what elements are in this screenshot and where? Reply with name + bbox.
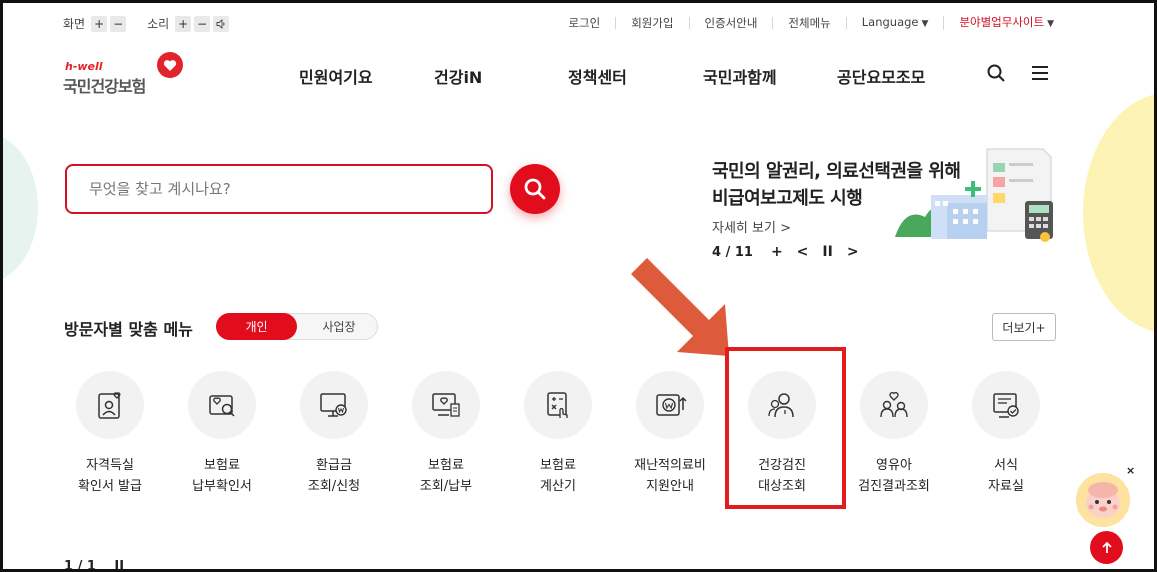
menu-item-label: 보험료 조회/납부	[419, 458, 473, 494]
menu-icon-circle	[972, 371, 1040, 439]
nav-item-with-citizens[interactable]: 국민과함께	[703, 64, 777, 88]
monitor-receipt-icon	[432, 393, 460, 417]
menu-pager: 1 / 1 II	[64, 559, 124, 572]
menu-item-refund-inquiry[interactable]: 환급금 조회/신청	[278, 371, 390, 501]
menu-item-label: 재난적의료비 지원안내	[634, 458, 706, 494]
utility-links: 로그인 회원가입 인증서안내 전체메뉴 Language ▼ 분야별업무사이트 ▼	[568, 16, 1054, 30]
search-submit-button[interactable]	[510, 164, 560, 214]
banner-more-link[interactable]: 자세히 보기 >	[712, 217, 791, 236]
menu-item-forms-library[interactable]: 서식 자료실	[950, 371, 1062, 501]
menu-item-label: 자격득실 확인서 발급	[78, 458, 142, 494]
menu-icon-circle	[412, 371, 480, 439]
visitor-type-toggle: 개인 사업장	[216, 313, 378, 340]
menu-icon-circle	[860, 371, 928, 439]
sound-down-button[interactable]: −	[194, 15, 211, 32]
screen-label: 화면	[63, 17, 86, 31]
highlight-box-annotation	[725, 347, 846, 509]
search-icon	[524, 178, 546, 200]
menu-item-catastrophic-medical-support[interactable]: 재난적의료비 지원안내	[614, 371, 726, 501]
page-frame: 화면 + − 소리 + − 로그인 회원가입 인증서안내 전체메뉴 Langua…	[0, 0, 1157, 572]
business-site-select[interactable]: 분야별업무사이트 ▼	[944, 16, 1054, 30]
banner-pause-button[interactable]: II	[822, 244, 832, 260]
menu-item-label: 보험료 계산기	[540, 458, 576, 494]
caret-down-icon: ▼	[921, 19, 929, 29]
chatbot-mascot-icon[interactable]	[1076, 473, 1130, 527]
login-link[interactable]: 로그인	[568, 17, 617, 29]
tab-business[interactable]: 사업장	[301, 314, 377, 339]
banner-next-button[interactable]: >	[847, 244, 859, 260]
calculator-hand-icon	[547, 392, 568, 418]
arrow-up-icon	[1101, 541, 1112, 553]
menu-item-infant-checkup-result[interactable]: 영유아 검진결과조회	[838, 371, 950, 501]
business-site-label: 분야별업무사이트	[959, 15, 1045, 29]
banner-prev-button[interactable]: <	[797, 244, 809, 260]
nav-item-policy-center[interactable]: 정책센터	[568, 64, 627, 88]
signup-link[interactable]: 회원가입	[616, 17, 690, 29]
banner-plus-button[interactable]: +	[771, 244, 783, 260]
menu-item-label: 보험료 납부확인서	[192, 458, 252, 494]
menu-page-indicator: 1 / 1	[64, 559, 96, 572]
sound-group: 소리 + −	[147, 15, 232, 32]
hamburger-menu-icon[interactable]	[1030, 63, 1050, 83]
menu-item-label: 영유아 검진결과조회	[858, 458, 930, 494]
menu-icon-circle	[300, 371, 368, 439]
main-search-input[interactable]	[67, 166, 491, 212]
menu-item-premium-inquiry-payment[interactable]: 보험료 조회/납부	[390, 371, 502, 501]
search-box	[65, 164, 493, 214]
sound-up-button[interactable]: +	[175, 15, 192, 32]
menu-item-label: 환급금 조회/신청	[307, 458, 361, 494]
screen-zoom-out-button[interactable]: −	[110, 15, 127, 32]
speaker-icon[interactable]	[213, 15, 230, 32]
search-icon[interactable]	[986, 63, 1006, 83]
monitor-won-icon	[320, 393, 347, 417]
hospital-calculator-illustration	[895, 148, 1053, 242]
document-search-icon	[209, 395, 235, 417]
screen-zoom-in-button[interactable]: +	[91, 15, 108, 32]
menu-icon-circle	[188, 371, 256, 439]
language-select[interactable]: Language ▼	[847, 16, 945, 30]
visitor-menu-more-button[interactable]: 더보기+	[992, 313, 1056, 341]
id-card-heart-icon	[98, 392, 121, 419]
menu-icon-circle	[636, 371, 704, 439]
accessibility-controls: 화면 + − 소리 + −	[63, 15, 250, 32]
tab-personal[interactable]: 개인	[216, 313, 297, 340]
screen-zoom-group: 화면 + −	[63, 15, 129, 32]
form-check-icon	[993, 393, 1019, 418]
nav-item-health-in[interactable]: 건강iN	[434, 64, 482, 88]
certificate-guide-link[interactable]: 인증서안내	[690, 17, 774, 29]
menu-icon-circle	[524, 371, 592, 439]
chatbot-close-button[interactable]: ×	[1126, 464, 1135, 477]
menu-icon-circle	[76, 371, 144, 439]
menu-item-premium-payment-certificate[interactable]: 보험료 납부확인서	[166, 371, 278, 501]
decor-blob-left	[3, 133, 38, 283]
menu-pause-button[interactable]: II	[114, 559, 124, 569]
menu-item-label: 서식 자료실	[988, 458, 1024, 494]
sound-label: 소리	[147, 17, 170, 31]
menu-item-qualification-certificate[interactable]: 자격득실 확인서 발급	[54, 371, 166, 501]
family-heart-icon	[880, 392, 908, 418]
won-card-icon	[656, 394, 687, 416]
menu-item-premium-calculator[interactable]: 보험료 계산기	[502, 371, 614, 501]
main-navigation: 민원여기요 건강iN 정책센터 국민과함께 공단요모조모	[3, 64, 1154, 88]
visitor-menu-title: 방문자별 맞춤 메뉴	[64, 320, 193, 339]
all-menu-link[interactable]: 전체메뉴	[773, 17, 847, 29]
nav-item-about-nhis[interactable]: 공단요모조모	[837, 64, 925, 88]
nav-item-civil-service[interactable]: 민원여기요	[299, 64, 373, 88]
language-label: Language	[861, 15, 919, 29]
decor-blob-right	[1083, 93, 1154, 333]
scroll-to-top-button[interactable]	[1090, 531, 1123, 564]
caret-down-icon: ▼	[1047, 19, 1054, 29]
